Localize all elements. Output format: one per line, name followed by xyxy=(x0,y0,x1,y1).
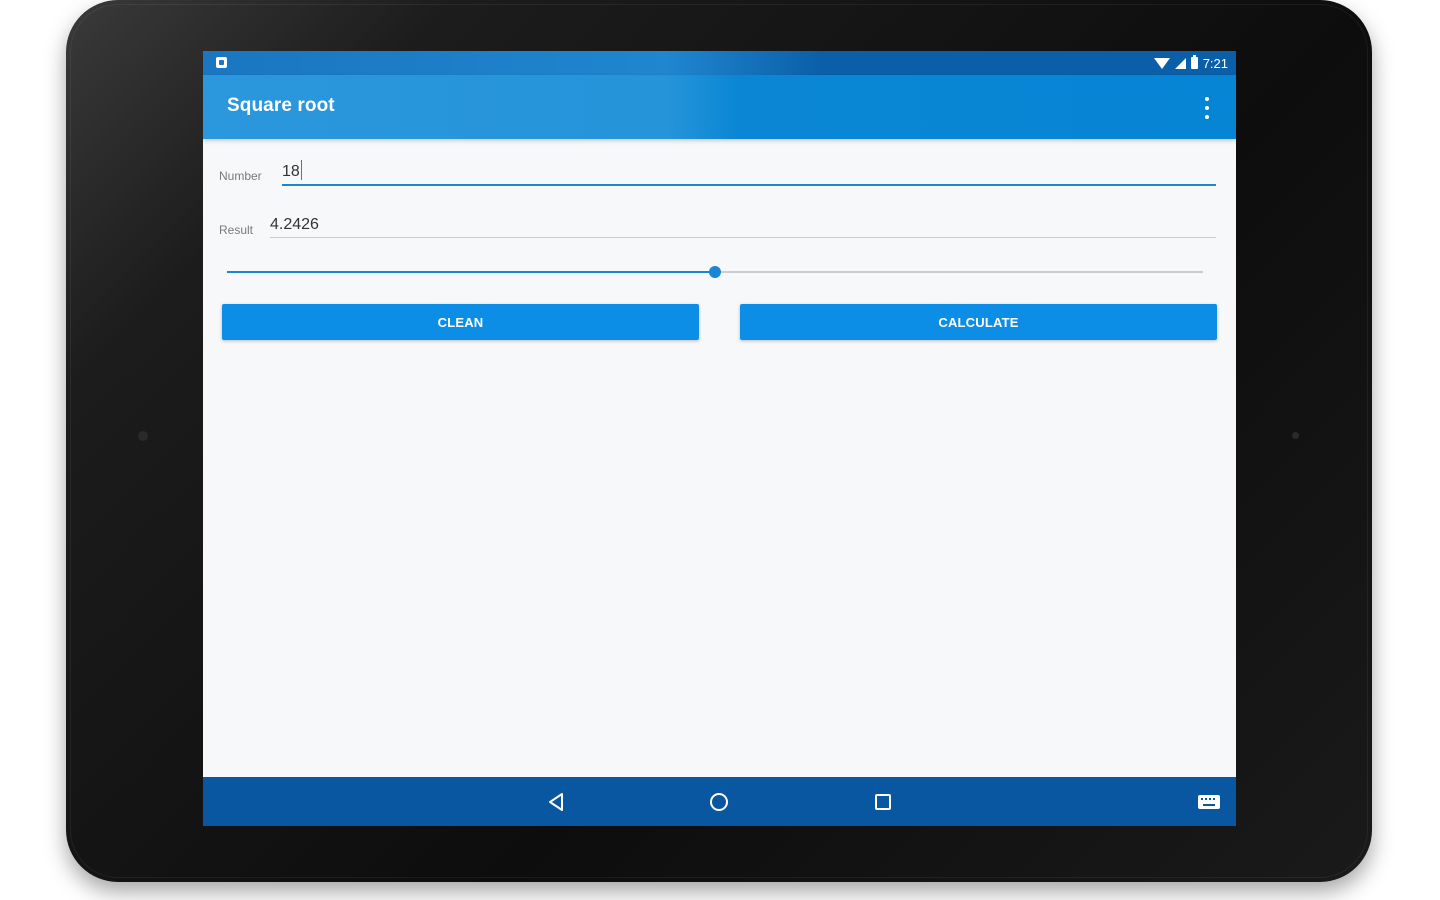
text-cursor xyxy=(301,160,302,180)
navigation-bar xyxy=(203,777,1236,826)
menu-dot xyxy=(1205,115,1209,119)
slider-thumb[interactable] xyxy=(709,266,721,278)
app-screen: 7:21 Square root Number Result CLEAN CAL… xyxy=(203,51,1236,826)
menu-dot xyxy=(1205,97,1209,101)
number-input[interactable] xyxy=(282,161,1182,183)
result-field-underline xyxy=(270,237,1216,238)
status-time: 7:21 xyxy=(1202,55,1228,71)
app-toolbar: Square root xyxy=(203,75,1236,139)
recent-apps-icon[interactable] xyxy=(872,791,894,813)
more-vert-icon[interactable] xyxy=(1200,97,1214,119)
keyboard-icon[interactable] xyxy=(1197,794,1221,810)
wifi-icon xyxy=(1153,57,1170,69)
signal-icon xyxy=(1174,57,1186,69)
status-bar: 7:21 xyxy=(203,51,1236,75)
result-field[interactable] xyxy=(270,214,1170,236)
app-title: Square root xyxy=(227,95,335,116)
notification-icon xyxy=(216,57,227,68)
calculate-button[interactable]: CALCULATE xyxy=(740,304,1217,340)
battery-icon xyxy=(1190,55,1198,69)
home-icon[interactable] xyxy=(708,791,730,813)
front-camera xyxy=(138,431,148,441)
number-label: Number xyxy=(219,169,262,183)
clean-button[interactable]: CLEAN xyxy=(222,304,699,340)
number-input-underline xyxy=(282,184,1216,186)
slider-track-active xyxy=(227,271,715,273)
light-sensor xyxy=(1292,432,1299,439)
result-label: Result xyxy=(219,223,254,237)
status-icons: 7:21 xyxy=(1153,54,1228,72)
menu-dot xyxy=(1205,106,1209,110)
slider-track-inactive xyxy=(715,271,1203,273)
back-icon[interactable] xyxy=(545,791,567,813)
